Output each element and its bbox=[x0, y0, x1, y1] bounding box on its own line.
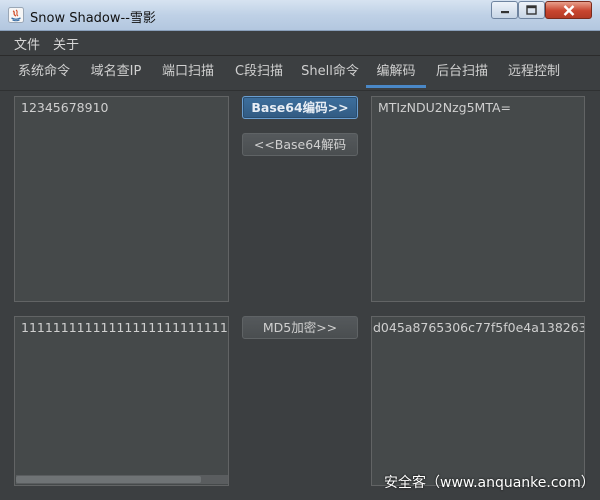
tab-encode-decode[interactable]: 编解码 bbox=[366, 56, 426, 88]
tab-backend-scan[interactable]: 后台扫描 bbox=[430, 56, 494, 88]
base64-decode-button[interactable]: <<Base64解码 bbox=[242, 133, 358, 156]
tab-bar: 系统命令 域名查IP 端口扫描 C段扫描 Shell命令 编解码 后台扫描 远程… bbox=[0, 56, 600, 91]
title-bar[interactable]: Snow Shadow--雪影 bbox=[0, 0, 600, 31]
md5-encrypt-button[interactable]: MD5加密>> bbox=[242, 316, 358, 339]
minimize-button[interactable] bbox=[491, 1, 518, 19]
app-window: Snow Shadow--雪影 文件 关于 系统命令 域名查IP 端口扫描 C段… bbox=[0, 0, 600, 500]
menu-about[interactable]: 关于 bbox=[53, 34, 79, 53]
java-app-icon bbox=[8, 7, 24, 23]
base64-encode-button[interactable]: Base64编码>> bbox=[242, 96, 358, 119]
scrollbar-thumb[interactable] bbox=[16, 476, 201, 483]
md5-input-horizontal-scrollbar[interactable] bbox=[16, 475, 228, 484]
tab-port-scan[interactable]: 端口扫描 bbox=[156, 56, 220, 88]
base64-output-textarea[interactable]: MTIzNDU2Nzg5MTA= bbox=[371, 96, 585, 302]
md5-output-textarea[interactable]: d045a8765306c77f5f0e4a138263335 bbox=[371, 316, 585, 486]
menu-file[interactable]: 文件 bbox=[14, 34, 40, 53]
tab-c-segment-scan[interactable]: C段扫描 bbox=[227, 56, 291, 88]
md5-input-text: 1111111111111111111111111111111111111111… bbox=[21, 320, 228, 335]
md5-input-textarea[interactable]: 1111111111111111111111111111111111111111… bbox=[14, 316, 229, 486]
maximize-button[interactable] bbox=[518, 1, 545, 19]
menu-bar: 文件 关于 bbox=[0, 31, 600, 56]
tab-domain-ip[interactable]: 域名查IP bbox=[84, 56, 148, 88]
window-title: Snow Shadow--雪影 bbox=[30, 11, 156, 26]
tab-shell-command[interactable]: Shell命令 bbox=[298, 56, 362, 88]
tab-system-command[interactable]: 系统命令 bbox=[12, 56, 76, 88]
tab-remote-control[interactable]: 远程控制 bbox=[502, 56, 566, 88]
close-button[interactable] bbox=[545, 1, 592, 19]
base64-input-textarea[interactable]: 12345678910 bbox=[14, 96, 229, 302]
watermark-text: 安全客（www.anquanke.com） bbox=[384, 475, 595, 491]
maximize-icon bbox=[519, 2, 544, 18]
close-icon bbox=[546, 2, 591, 18]
minimize-icon bbox=[492, 2, 517, 18]
